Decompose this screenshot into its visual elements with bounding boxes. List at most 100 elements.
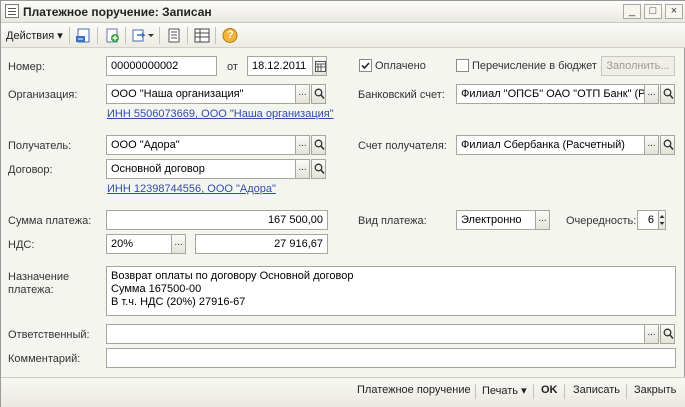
copy-document-button[interactable] xyxy=(102,26,122,45)
new-document-icon xyxy=(106,28,119,43)
recipient-select-button[interactable]: ... xyxy=(295,135,310,155)
sum-field[interactable]: 167 500,00 xyxy=(106,210,328,230)
date-prefix-label: от xyxy=(227,61,238,73)
organization-open-button[interactable] xyxy=(311,84,326,104)
command-bar-divider xyxy=(533,384,534,399)
recipient-field[interactable]: ООО "Адора" xyxy=(106,135,296,155)
spinner-arrows-icon xyxy=(659,215,665,225)
contract-label: Договор: xyxy=(8,164,53,176)
actions-menu[interactable]: Действия ▾ xyxy=(6,29,63,42)
recipient-label: Получатель: xyxy=(8,140,72,152)
based-on-button[interactable] xyxy=(130,26,156,45)
bank-account-label: Банковский счет: xyxy=(358,89,445,101)
purpose-label-line-1: Назначение xyxy=(8,271,70,283)
post-document-button[interactable] xyxy=(74,26,94,45)
toolbar-divider xyxy=(215,27,216,44)
payment-type-select-button[interactable]: ... xyxy=(535,210,550,230)
command-bar: Платежное поручение Печать ▾ OK Записать… xyxy=(1,377,685,407)
purpose-line-3: В т.ч. НДС (20%) 27916-67 xyxy=(111,296,246,308)
actions-menu-label: Действия xyxy=(6,30,55,42)
print-menu-button[interactable]: Печать ▾ xyxy=(482,384,527,397)
recipient-account-label: Счет получателя: xyxy=(358,140,447,152)
ok-button[interactable]: OK xyxy=(541,384,558,396)
recipient-account-field[interactable]: Филиал Сбербанка (Расчетный) xyxy=(456,135,645,155)
responsible-label: Ответственный: xyxy=(8,329,90,341)
calendar-button[interactable] xyxy=(312,56,327,76)
post-document-icon xyxy=(76,28,90,43)
document-icon xyxy=(5,4,19,18)
bank-account-field[interactable]: Филиал "ОПСБ" ОАО "ОТП Банк" (Р xyxy=(456,84,645,104)
contract-field[interactable]: Основной договор xyxy=(106,159,296,179)
command-bar-divider xyxy=(564,384,565,399)
priority-spinner[interactable] xyxy=(658,210,666,230)
print-form-button[interactable]: Платежное поручение xyxy=(357,384,471,396)
toolbar-divider xyxy=(159,27,160,44)
minimize-button[interactable]: _ xyxy=(623,4,641,19)
contract-select-button[interactable]: ... xyxy=(295,159,310,179)
organization-select-button[interactable]: ... xyxy=(295,84,310,104)
payment-type-field[interactable]: Электронно xyxy=(456,210,536,230)
responsible-select-button[interactable]: ... xyxy=(644,324,659,344)
date-field[interactable]: 18.12.2011 xyxy=(247,56,313,76)
paid-checkbox[interactable] xyxy=(359,59,372,72)
window-title: Платежное поручение: Записан xyxy=(23,5,212,19)
toolbar: Действия ▾ ? xyxy=(1,23,685,48)
contract-open-button[interactable] xyxy=(311,159,326,179)
number-label: Номер: xyxy=(8,61,45,73)
chevron-down-icon: ▾ xyxy=(57,30,63,42)
bank-account-open-button[interactable] xyxy=(660,84,675,104)
help-glyph: ? xyxy=(227,29,234,41)
comment-field[interactable] xyxy=(106,348,676,368)
command-bar-divider xyxy=(475,384,476,399)
priority-label: Очередность: xyxy=(566,215,637,227)
close-button[interactable]: Закрыть xyxy=(634,384,676,396)
close-window-button[interactable]: × xyxy=(665,4,683,19)
budget-transfer-label: Перечисление в бюджет xyxy=(472,60,597,72)
journal-icon xyxy=(168,28,180,43)
save-button[interactable]: Записать xyxy=(573,384,620,396)
magnifier-icon xyxy=(663,88,674,100)
organization-inn-link[interactable]: ИНН 5506073669, ООО "Наша организация" xyxy=(107,108,334,120)
payment-type-label: Вид платежа: xyxy=(358,215,427,227)
sum-label: Сумма платежа: xyxy=(8,215,92,227)
command-bar-divider xyxy=(626,384,627,399)
calendar-icon xyxy=(315,61,326,72)
responsible-open-button[interactable] xyxy=(660,324,675,344)
organization-field[interactable]: ООО "Наша организация" xyxy=(106,84,296,104)
help-button[interactable]: ? xyxy=(220,26,240,45)
budget-transfer-checkbox[interactable] xyxy=(456,59,469,72)
recipient-inn-link[interactable]: ИНН 12398744556, ООО "Адора" xyxy=(107,183,276,195)
magnifier-icon xyxy=(314,139,325,151)
purpose-line-1: Возврат оплаты по договору Основной дого… xyxy=(111,270,354,282)
number-field[interactable]: 00000000002 xyxy=(106,56,217,76)
purpose-textarea[interactable]: Возврат оплаты по договору Основной дого… xyxy=(106,266,676,316)
print-menu-label: Печать xyxy=(482,385,519,397)
movements-button[interactable] xyxy=(192,26,212,45)
chevron-down-icon: ▾ xyxy=(521,385,527,397)
maximize-button[interactable]: □ xyxy=(644,4,662,19)
toolbar-divider xyxy=(69,27,70,44)
create-based-on-icon xyxy=(132,29,154,42)
vat-sum-field[interactable]: 27 916,67 xyxy=(195,234,328,254)
recipient-account-select-button[interactable]: ... xyxy=(644,135,659,155)
recipient-account-open-button[interactable] xyxy=(660,135,675,155)
responsible-field[interactable] xyxy=(106,324,645,344)
comment-label: Комментарий: xyxy=(8,353,81,365)
checkmark-icon xyxy=(361,62,370,70)
magnifier-icon xyxy=(663,139,674,151)
magnifier-icon xyxy=(314,88,325,100)
vat-rate-select-button[interactable]: ... xyxy=(171,234,186,254)
organization-label: Организация: xyxy=(8,89,78,101)
journal-button[interactable] xyxy=(164,26,184,45)
fill-button[interactable]: Заполнить... xyxy=(601,56,675,76)
paid-label: Оплачено xyxy=(375,60,426,72)
toolbar-divider xyxy=(125,27,126,44)
recipient-open-button[interactable] xyxy=(311,135,326,155)
vat-rate-field[interactable]: 20% xyxy=(106,234,172,254)
purpose-line-2: Сумма 167500-00 xyxy=(111,283,202,295)
magnifier-icon xyxy=(663,328,674,340)
bank-account-select-button[interactable]: ... xyxy=(644,84,659,104)
priority-field[interactable]: 6 xyxy=(637,210,659,230)
purpose-label-line-2: платежа: xyxy=(8,284,54,296)
toolbar-divider xyxy=(187,27,188,44)
